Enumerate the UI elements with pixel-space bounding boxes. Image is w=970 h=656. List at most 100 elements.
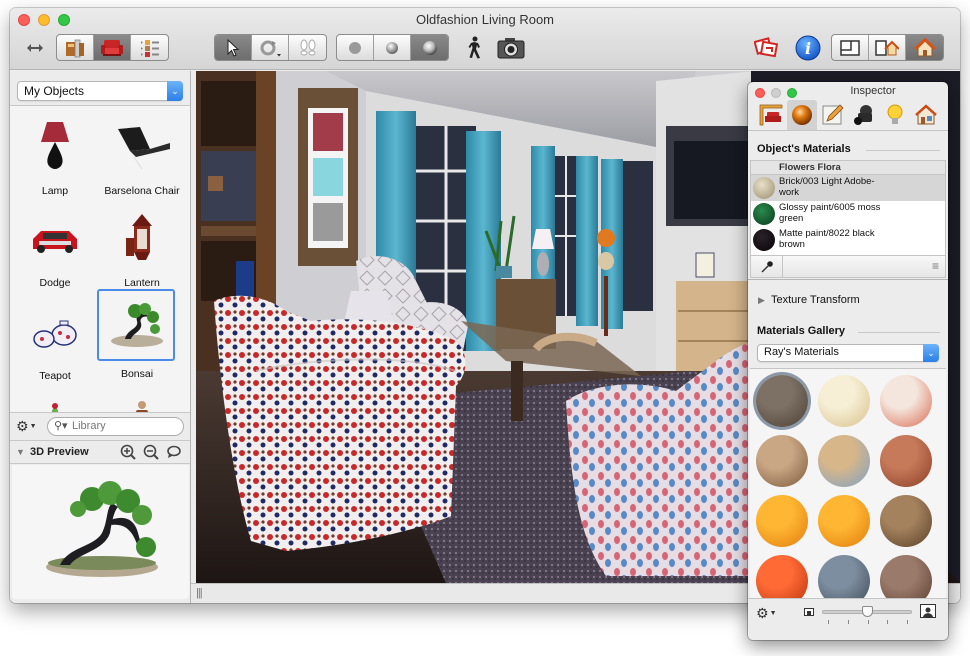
resize-grip-icon[interactable]: ||| — [196, 587, 203, 599]
inspector-panel: Inspector Object's Materials Flowers Flo… — [748, 82, 948, 640]
library-action-menu[interactable]: ⚙ ▼ — [16, 418, 37, 435]
tabs-divider — [748, 130, 948, 131]
orange-solid-swatch[interactable] — [756, 495, 808, 547]
object-item-cactus[interactable] — [15, 382, 95, 412]
thumbnail-size-slider[interactable] — [822, 606, 912, 617]
view-split-button[interactable] — [869, 35, 906, 60]
category-select[interactable]: My Objects ⌄ — [17, 81, 183, 101]
bonsai-preview-image — [46, 481, 158, 577]
window-title: Oldfashion Living Room — [415, 12, 555, 27]
tab-edit[interactable] — [818, 100, 848, 130]
object-item-barselona-chair[interactable]: Barselona Chair — [102, 112, 182, 202]
library-sidebar: My Objects ⌄ Lamp Barselona Chair Dodge … — [10, 71, 191, 603]
tab-light[interactable] — [880, 100, 910, 130]
brick-red-swatch[interactable] — [880, 435, 932, 487]
shaded-sphere-icon — [386, 41, 398, 54]
view-3d-button[interactable] — [906, 35, 943, 60]
disclosure-triangle-icon[interactable]: ▼ — [16, 447, 25, 457]
inspector-footer: ⚙ ▼ — [748, 598, 948, 640]
list-icon — [140, 39, 159, 57]
rotate-tool-button[interactable] — [252, 35, 289, 60]
svg-text:i: i — [805, 39, 811, 58]
house-settings-icon — [915, 104, 937, 125]
furniture-button[interactable] — [94, 35, 131, 60]
object-item-lamp[interactable]: Lamp — [15, 112, 95, 202]
texture-transform-toggle[interactable]: Texture Transform — [771, 294, 860, 306]
object-label: Dodge — [39, 277, 71, 289]
object-item-bonsai[interactable]: Bonsai — [97, 289, 177, 380]
tab-object[interactable] — [756, 100, 786, 130]
smooth-render-button[interactable] — [374, 35, 411, 60]
section-divider — [858, 332, 940, 333]
flat-render-button[interactable] — [337, 35, 374, 60]
slider-knob[interactable] — [862, 606, 873, 617]
material-swatch — [753, 229, 775, 251]
zoom-in-icon[interactable] — [120, 444, 136, 460]
library-search-input[interactable]: ⚲▾ Library — [47, 417, 184, 436]
footsteps-icon — [300, 39, 315, 55]
wood-planks-swatch[interactable] — [880, 495, 932, 547]
building-button[interactable] — [57, 35, 94, 60]
library-mode-group — [56, 34, 169, 61]
raytrace-render-button[interactable] — [411, 35, 448, 60]
object-list-button[interactable] — [131, 35, 168, 60]
building-icon — [66, 39, 84, 57]
wood-burl-swatch[interactable] — [756, 435, 808, 487]
materials-toolbar: ≡ — [750, 256, 946, 278]
dropdown-arrow-icon: ▼ — [29, 423, 37, 430]
tab-camera[interactable] — [849, 100, 879, 130]
material-name-cont: work — [779, 187, 800, 198]
floral-red-swatch[interactable] — [880, 375, 932, 427]
chevron-down-icon: ⌄ — [923, 344, 939, 362]
material-row[interactable]: Glossy paint/6005 moss green — [751, 201, 945, 227]
toggle-sidebar-button[interactable] — [20, 34, 50, 61]
object-item-lantern[interactable]: Lantern — [102, 204, 182, 294]
object-item-dodge[interactable]: Dodge — [15, 204, 95, 294]
eyedropper-button[interactable] — [751, 256, 783, 277]
gallery-action-menu[interactable]: ⚙ ▼ — [756, 605, 777, 622]
eyedropper-icon — [760, 260, 773, 273]
material-row[interactable]: Brick/003 Light Adobe- work — [751, 175, 945, 201]
gear-icon: ⚙ — [16, 418, 29, 434]
materials-list-header: Flowers Flora — [751, 161, 945, 175]
3d-preview-header: ▼ 3D Preview — [10, 440, 190, 464]
rotate-preview-icon[interactable] — [166, 444, 182, 460]
list-options-icon[interactable]: ≡ — [932, 259, 939, 273]
floral-dark-swatch[interactable] — [756, 375, 808, 427]
tab-building[interactable] — [911, 100, 941, 130]
search-icon: ⚲▾ — [54, 420, 68, 432]
large-thumbnail-icon — [920, 604, 936, 618]
library-toolbar: ⚙ ▼ ⚲▾ Library — [10, 412, 190, 440]
object-label: Lantern — [124, 277, 160, 289]
tool-group — [214, 34, 327, 61]
section-separator — [748, 279, 948, 280]
snapshot-button[interactable] — [494, 34, 528, 61]
material-row[interactable]: Matte paint/8022 black brown — [751, 227, 945, 253]
walk-tool-button[interactable] — [289, 35, 326, 60]
flat-sphere-icon — [349, 41, 361, 54]
argyle-swatch[interactable] — [818, 435, 870, 487]
info-button[interactable]: i — [792, 34, 824, 61]
objects-materials-title: Object's Materials — [757, 143, 851, 155]
floral-yellow-swatch[interactable] — [818, 375, 870, 427]
material-sphere-icon — [792, 105, 812, 125]
gallery-source-select[interactable]: Ray's Materials ⌄ — [757, 344, 939, 362]
tab-materials[interactable] — [787, 100, 817, 130]
disclosure-triangle-icon[interactable]: ▶ — [758, 295, 765, 306]
select-tool-button[interactable] — [215, 35, 252, 60]
materials-gallery-title: Materials Gallery — [757, 325, 846, 337]
object-item-person[interactable] — [102, 382, 182, 412]
walkthrough-button[interactable] — [460, 34, 490, 61]
zoom-out-icon[interactable] — [143, 444, 159, 460]
orange-solid-2-swatch[interactable] — [818, 495, 870, 547]
info-icon: i — [795, 35, 821, 60]
lightbulb-icon — [887, 104, 903, 124]
3d-preview-title: 3D Preview — [30, 446, 89, 458]
object-item-teapot[interactable]: Teapot — [15, 297, 95, 387]
render-export-button[interactable] — [752, 34, 784, 61]
category-value: My Objects — [24, 84, 85, 98]
camera-icon — [497, 37, 525, 58]
3d-preview-canvas[interactable] — [12, 465, 189, 599]
view-2d-button[interactable] — [832, 35, 869, 60]
gallery-source-value: Ray's Materials — [764, 346, 839, 358]
